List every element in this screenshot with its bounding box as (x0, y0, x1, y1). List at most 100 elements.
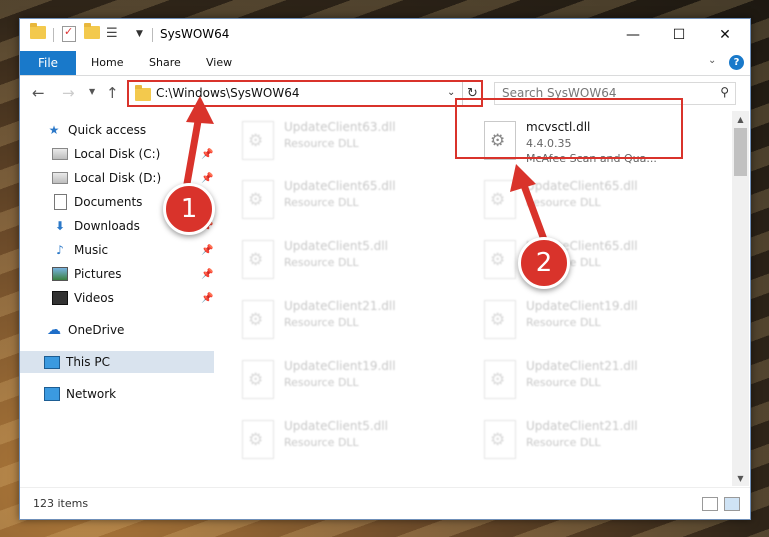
drive-icon (52, 147, 68, 161)
star-icon: ★ (48, 123, 60, 137)
address-dropdown-chevron-icon[interactable]: ⌄ (447, 87, 455, 98)
dll-file-icon (242, 300, 274, 339)
file-list: UpdateClient63.dll Resource DLL UpdateCl… (214, 111, 732, 486)
music-icon: ♪ (56, 243, 64, 257)
up-arrow-icon[interactable]: ↑ (106, 84, 119, 102)
sidebar-item-onedrive[interactable]: ☁ OneDrive (20, 319, 214, 341)
chevron-down-icon[interactable]: ▼ (136, 29, 143, 39)
sidebar-item-label: This PC (66, 355, 110, 369)
sidebar-item-label: Pictures (74, 267, 122, 281)
dll-file-icon (484, 420, 516, 459)
properties-icon[interactable] (62, 25, 76, 42)
file-type: Resource DLL (284, 196, 359, 209)
file-tile[interactable]: UpdateClient19.dll Resource DLL (476, 295, 701, 347)
file-tile[interactable]: UpdateClient65.dll Resource DLL (234, 175, 459, 227)
close-button[interactable]: ✕ (702, 19, 748, 51)
sidebar-item-pictures[interactable]: Pictures 📌 (20, 263, 214, 285)
videos-icon (52, 291, 68, 305)
file-tile[interactable]: UpdateClient65.dll Resource DLL (476, 235, 701, 287)
tab-home[interactable]: Home (91, 56, 123, 69)
sidebar-item-this-pc[interactable]: This PC (20, 351, 214, 373)
customize-toolbar-icon[interactable]: ☰ (106, 26, 118, 41)
expand-ribbon-chevron-icon[interactable]: ⌄ (708, 55, 716, 66)
file-tile[interactable]: UpdateClient19.dll Resource DLL (234, 355, 459, 407)
divider (53, 28, 54, 42)
highlight-box-mcvsctl (455, 98, 683, 159)
dll-file-icon (242, 420, 274, 459)
sidebar-item-local-disk-c[interactable]: Local Disk (C:) 📌 (20, 143, 214, 165)
file-tile[interactable]: UpdateClient5.dll Resource DLL (234, 415, 459, 467)
sidebar-item-label: Videos (74, 291, 114, 305)
pin-icon[interactable]: 📌 (201, 149, 213, 160)
file-name: UpdateClient65.dll (526, 179, 638, 193)
sidebar-item-label: Quick access (68, 123, 147, 137)
sidebar-item-network[interactable]: Network (20, 383, 214, 405)
file-tile[interactable]: UpdateClient5.dll Resource DLL (234, 235, 459, 287)
file-name: UpdateClient21.dll (526, 419, 638, 433)
pin-icon[interactable]: 📌 (201, 173, 213, 184)
file-tile[interactable]: UpdateClient65.dll Resource DLL (476, 175, 701, 227)
file-type: Resource DLL (284, 316, 359, 329)
pin-icon[interactable]: 📌 (201, 245, 213, 256)
dll-file-icon (242, 240, 274, 279)
file-type: Resource DLL (526, 376, 601, 389)
tab-share[interactable]: Share (149, 56, 181, 69)
dll-file-icon (484, 360, 516, 399)
details-view-icon[interactable] (702, 497, 718, 511)
pin-icon[interactable]: 📌 (201, 293, 213, 304)
forward-arrow-icon[interactable]: → (62, 84, 75, 102)
tab-view[interactable]: View (206, 56, 232, 69)
file-type: Resource DLL (526, 196, 601, 209)
new-folder-icon[interactable] (84, 23, 100, 39)
address-bar[interactable]: C:\Windows\SysWOW64 ⌄ ↻ (127, 80, 483, 107)
file-name: UpdateClient65.dll (284, 179, 396, 193)
file-type: Resource DLL (284, 436, 359, 449)
sidebar-item-videos[interactable]: Videos 📌 (20, 287, 214, 309)
sidebar-item-label: Local Disk (D:) (74, 171, 162, 185)
file-name: UpdateClient19.dll (284, 359, 396, 373)
window-title: SysWOW64 (160, 27, 230, 41)
file-tile[interactable]: UpdateClient63.dll Resource DLL (234, 116, 459, 168)
dll-file-icon (484, 300, 516, 339)
sidebar-item-label: Documents (74, 195, 143, 209)
back-arrow-icon[interactable]: ← (32, 84, 45, 102)
sidebar-item-label: Music (74, 243, 109, 257)
status-bar: 123 items (20, 487, 750, 519)
file-type: Resource DLL (284, 137, 359, 150)
sidebar-item-quick-access[interactable]: ★ Quick access (20, 119, 214, 141)
file-type: Resource DLL (526, 436, 601, 449)
sidebar-item-label: Network (66, 387, 117, 401)
file-tile[interactable]: UpdateClient21.dll Resource DLL (234, 295, 459, 347)
sidebar-item-label: Local Disk (C:) (74, 147, 161, 161)
pictures-icon (52, 267, 68, 281)
dll-file-icon (484, 240, 516, 279)
file-name: UpdateClient5.dll (284, 239, 388, 253)
help-icon[interactable]: ? (729, 55, 744, 70)
vertical-scrollbar[interactable]: ▲ ▼ (732, 111, 749, 486)
scrollbar-thumb[interactable] (734, 128, 747, 176)
scroll-down-arrow-icon[interactable]: ▼ (732, 470, 749, 486)
minimize-button[interactable]: — (610, 19, 656, 51)
file-tile[interactable]: UpdateClient21.dll Resource DLL (476, 415, 701, 467)
onedrive-icon: ☁ (47, 322, 61, 338)
dll-file-icon (242, 121, 274, 160)
large-icons-view-icon[interactable] (724, 497, 740, 511)
ribbon-tabs: File Home Share View ⌄ ? (20, 51, 750, 76)
divider (152, 28, 153, 42)
pin-icon[interactable]: 📌 (201, 269, 213, 280)
quick-access-folder-icon[interactable] (30, 23, 46, 39)
recent-locations-chevron-icon[interactable]: ▼ (89, 87, 95, 96)
drive-icon (52, 171, 68, 185)
dll-file-icon (484, 180, 516, 219)
sidebar-item-music[interactable]: ♪ Music 📌 (20, 239, 214, 261)
item-count: 123 items (33, 497, 89, 510)
file-tile[interactable]: UpdateClient21.dll Resource DLL (476, 355, 701, 407)
tab-file[interactable]: File (20, 51, 76, 75)
file-name: UpdateClient63.dll (284, 120, 396, 134)
maximize-button[interactable]: ☐ (656, 19, 702, 51)
address-path[interactable]: C:\Windows\SysWOW64 (156, 86, 300, 100)
scroll-up-arrow-icon[interactable]: ▲ (732, 111, 749, 127)
file-explorer-window: ☰ ▼ SysWOW64 — ☐ ✕ File Home Share View … (19, 18, 751, 520)
step-2-badge: 2 (518, 237, 570, 289)
search-icon[interactable]: ⚲ (720, 85, 729, 99)
